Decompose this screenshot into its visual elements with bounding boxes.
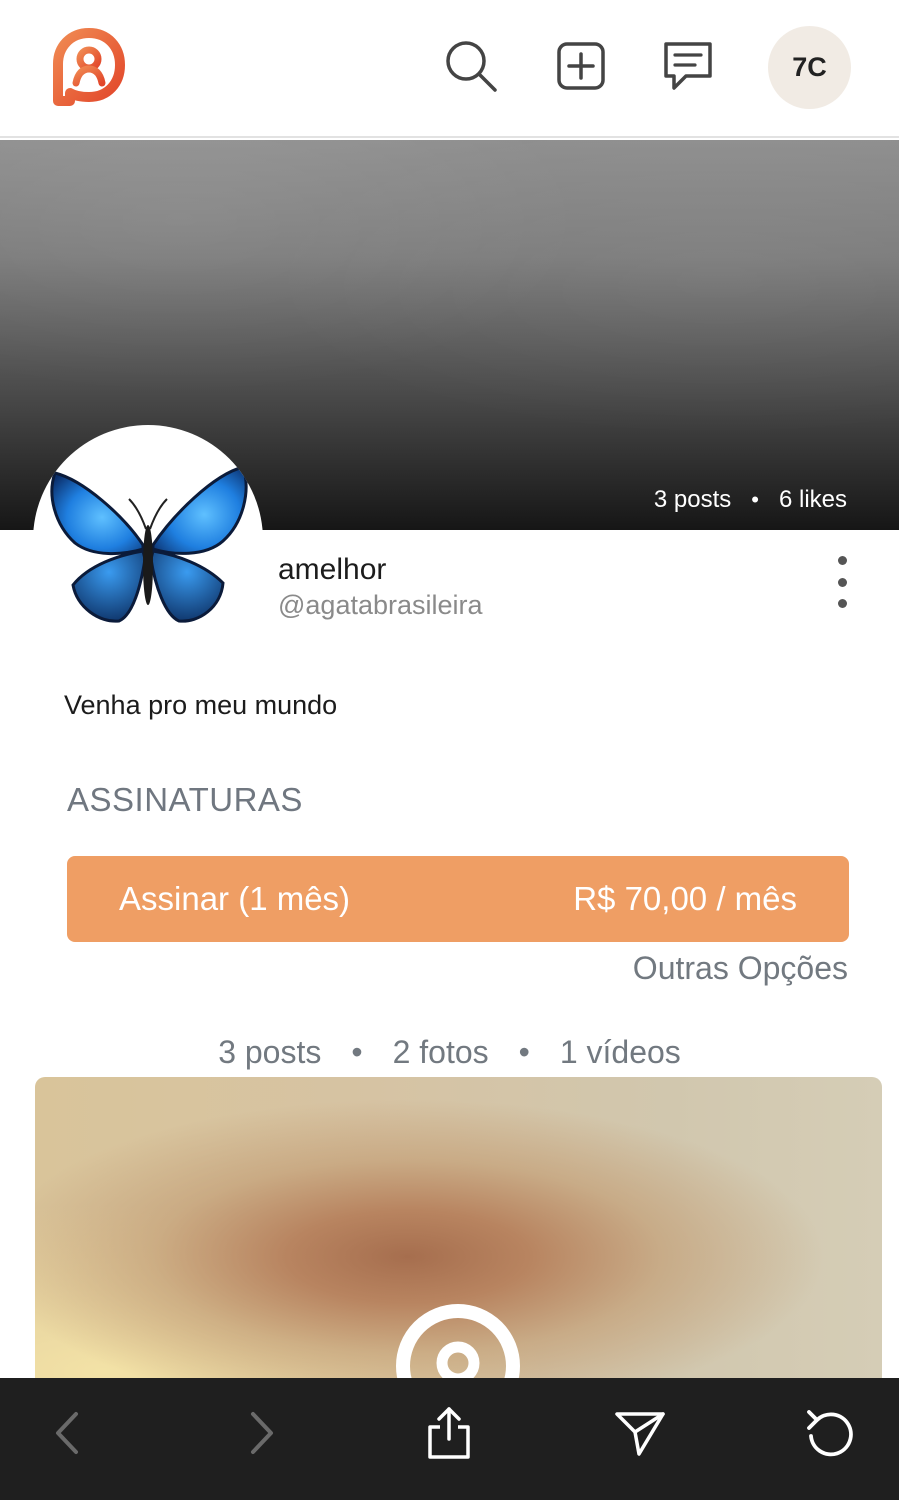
subscriptions-heading: ASSINATURAS bbox=[67, 781, 303, 818]
chevron-right-icon[interactable] bbox=[226, 1398, 296, 1468]
top-navigation-bar: 7C bbox=[0, 0, 899, 138]
profile-bio: Venha pro meu mundo bbox=[64, 690, 338, 720]
user-avatar-button[interactable]: 7C bbox=[768, 26, 851, 109]
user-avatar-initials: 7C bbox=[792, 52, 827, 82]
separator-dot: • bbox=[351, 1034, 363, 1070]
subscribe-label: Assinar (1 mês) bbox=[119, 880, 351, 917]
subscribe-price: R$ 70,00 / mês bbox=[573, 880, 797, 917]
browser-toolbar bbox=[0, 1378, 899, 1500]
cover-likes-count: 6 likes bbox=[778, 486, 847, 513]
privacy-lock-icon bbox=[393, 1301, 523, 1387]
videos-tab[interactable]: 1 vídeos bbox=[560, 1034, 681, 1071]
chevron-left-icon[interactable] bbox=[33, 1398, 103, 1468]
dot bbox=[837, 599, 847, 608]
profile-avatar[interactable] bbox=[33, 425, 263, 655]
profile-handle: @agatabrasileira bbox=[278, 590, 483, 620]
separator-dot: • bbox=[751, 487, 759, 512]
more-options-icon[interactable] bbox=[822, 556, 862, 608]
search-icon[interactable] bbox=[441, 36, 501, 96]
posts-tab[interactable]: 3 posts bbox=[218, 1034, 321, 1071]
messages-icon[interactable] bbox=[658, 36, 718, 96]
dot bbox=[837, 577, 847, 587]
photos-tab[interactable]: 2 fotos bbox=[393, 1034, 489, 1071]
reload-icon[interactable] bbox=[795, 1398, 865, 1468]
privacy-logo-icon[interactable] bbox=[50, 27, 128, 109]
send-icon[interactable] bbox=[605, 1398, 675, 1468]
content-stats: 3 posts • 2 fotos • 1 vídeos bbox=[0, 1034, 899, 1071]
separator-dot: • bbox=[518, 1034, 530, 1070]
create-post-icon[interactable] bbox=[551, 36, 611, 96]
subscribe-button[interactable]: Assinar (1 mês) R$ 70,00 / mês bbox=[67, 856, 849, 942]
profile-display-name: amelhor bbox=[278, 553, 387, 586]
dot bbox=[837, 556, 847, 565]
butterfly-avatar bbox=[50, 465, 248, 623]
locked-post-preview[interactable] bbox=[35, 1077, 882, 1387]
share-icon[interactable] bbox=[414, 1398, 484, 1468]
cover-posts-count: 3 posts bbox=[653, 486, 732, 513]
other-options-link[interactable]: Outras Opções bbox=[633, 950, 848, 987]
cover-stats: 3 posts • 6 likes bbox=[654, 486, 847, 514]
